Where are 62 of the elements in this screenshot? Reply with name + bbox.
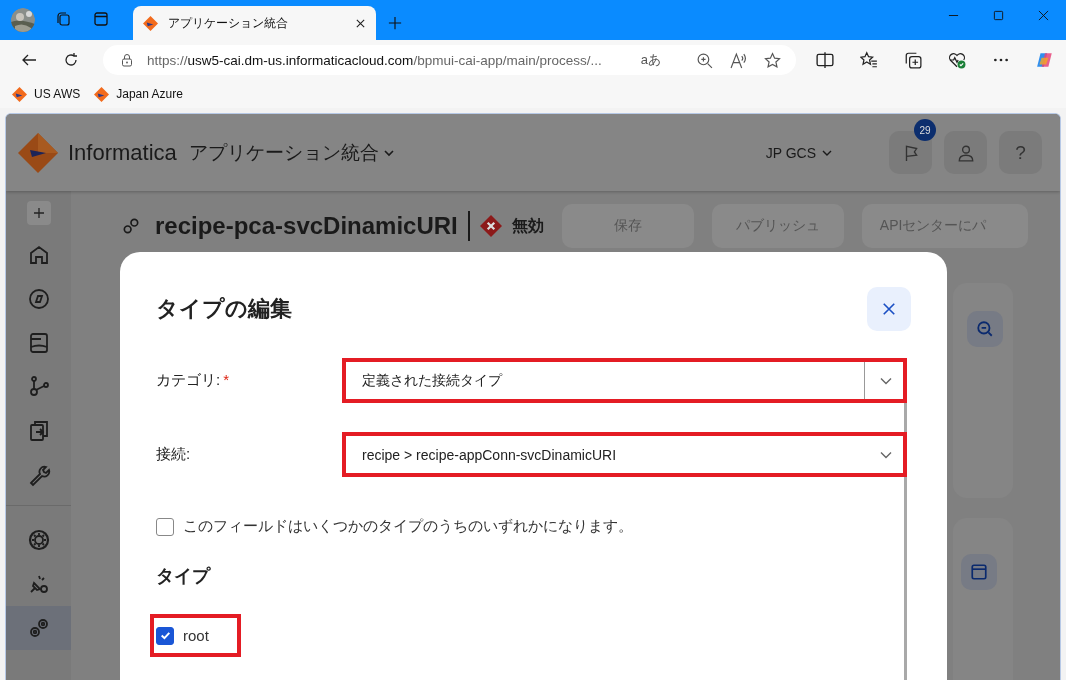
logo-icon xyxy=(18,132,58,173)
required-mark: * xyxy=(223,371,229,388)
bookmark[interactable]: Japan Azure xyxy=(94,86,183,102)
plus-icon xyxy=(32,207,45,219)
checkbox[interactable] xyxy=(156,517,174,536)
zoom-out-button[interactable] xyxy=(967,311,1003,347)
gear-icon xyxy=(26,528,51,552)
logo-icon xyxy=(143,15,158,31)
error-icon xyxy=(479,215,502,237)
collections-icon[interactable] xyxy=(904,51,922,69)
copilot-icon[interactable] xyxy=(1036,51,1054,69)
read-aloud-icon[interactable] xyxy=(730,51,747,69)
user-button[interactable] xyxy=(944,131,987,174)
status-label: 無効 xyxy=(511,215,544,236)
tab-actions-icon[interactable] xyxy=(93,11,109,27)
bookmark-label: US AWS xyxy=(34,87,81,101)
process-title: recipe-pca-svcDinamicURI xyxy=(155,212,458,240)
type-option[interactable]: root xyxy=(150,614,241,657)
gears-icon xyxy=(121,216,141,236)
url-text: https://usw5-cai.dm-us.informaticacloud.com/bpmui-cai-app/main/process/... xyxy=(147,52,602,68)
add-button[interactable] xyxy=(26,201,51,225)
star-icon[interactable] xyxy=(764,51,781,69)
org-menu[interactable]: JP GCS xyxy=(765,144,833,161)
close-icon xyxy=(882,302,896,316)
logo-icon xyxy=(94,86,110,102)
sidebar-item[interactable] xyxy=(6,606,71,650)
checkbox[interactable] xyxy=(156,626,174,645)
brand-name: Informatica xyxy=(68,139,177,166)
checkbox-label: root xyxy=(183,627,209,644)
check-icon xyxy=(158,629,172,642)
browser-tab[interactable]: アプリケーション統合 xyxy=(133,6,376,40)
checkbox-label: このフィールドはいくつかのタイプのうちのいずれかになります。 xyxy=(183,517,633,536)
compass-icon xyxy=(26,287,51,311)
select-field[interactable]: 定義された接続タイプ xyxy=(342,358,907,403)
close-icon[interactable] xyxy=(355,17,366,29)
tab-title: アプリケーション統合 xyxy=(168,14,289,32)
logo-icon xyxy=(12,86,27,102)
window-button[interactable] xyxy=(961,554,997,590)
zoom-icon[interactable] xyxy=(696,51,713,69)
lock-icon xyxy=(121,53,133,67)
field-label: 接続: xyxy=(156,445,191,462)
split-screen-icon[interactable] xyxy=(816,51,834,69)
notification-badge: 29 xyxy=(914,119,936,141)
bookmark-label: Japan Azure xyxy=(116,87,183,101)
section-heading: タイプ xyxy=(156,565,212,588)
user-icon xyxy=(956,143,975,162)
favorites-icon[interactable] xyxy=(860,51,878,69)
translate-button[interactable]: aあ xyxy=(640,51,661,69)
window-icon xyxy=(970,563,988,581)
refresh-icon[interactable] xyxy=(63,52,79,68)
workspaces-icon[interactable] xyxy=(55,11,71,27)
health-icon[interactable] xyxy=(948,51,966,69)
new-tab-icon[interactable] xyxy=(388,16,402,30)
select-field[interactable]: recipe > recipe-appConn-svcDinamicURI xyxy=(342,432,907,477)
zoom-out-icon xyxy=(976,320,994,338)
field-label: カテゴリ: xyxy=(156,371,221,388)
back-icon[interactable] xyxy=(21,52,37,68)
bookmark[interactable]: US AWS xyxy=(12,86,81,102)
close-button[interactable] xyxy=(867,287,911,331)
product-menu[interactable]: アプリケーション統合 xyxy=(188,139,395,166)
dialog-title: タイプの編集 xyxy=(156,295,292,323)
address-field[interactable]: https://usw5-cai.dm-us.informaticacloud.com/bpmui-cai-app/main/process/... aあ xyxy=(103,45,796,75)
